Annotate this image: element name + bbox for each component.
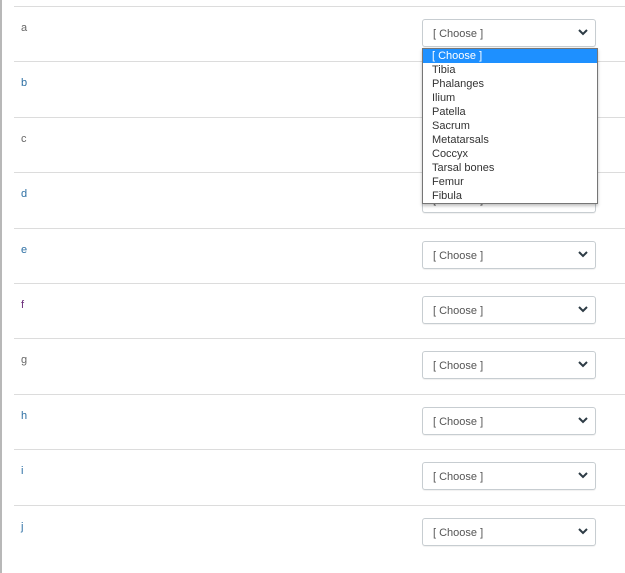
answer-select[interactable]: [ Choose ] bbox=[422, 518, 596, 546]
answer-select[interactable]: [ Choose ] bbox=[422, 351, 596, 379]
select-value: [ Choose ] bbox=[433, 28, 484, 40]
chevron-down-icon bbox=[578, 417, 588, 424]
row-label: d bbox=[21, 188, 28, 200]
dropdown-option[interactable]: Fibula bbox=[423, 189, 597, 203]
row-label: c bbox=[21, 133, 27, 145]
row-label: j bbox=[21, 521, 24, 533]
answer-select[interactable]: [ Choose ] bbox=[422, 462, 596, 490]
row-label: g bbox=[21, 354, 28, 366]
left-border bbox=[0, 0, 2, 573]
dropdown-option[interactable]: Metatarsals bbox=[423, 133, 597, 147]
row-label: i bbox=[21, 465, 24, 477]
dropdown-option[interactable]: Sacrum bbox=[423, 119, 597, 133]
question-row: f [ Choose ] bbox=[14, 283, 625, 339]
select-value: [ Choose ] bbox=[433, 527, 484, 539]
select-value: [ Choose ] bbox=[433, 360, 484, 372]
dropdown-option[interactable]: Tarsal bones bbox=[423, 161, 597, 175]
select-value: [ Choose ] bbox=[433, 416, 484, 428]
question-row: j [ Choose ] bbox=[14, 505, 625, 561]
dropdown-option[interactable]: Coccyx bbox=[423, 147, 597, 161]
dropdown-option[interactable]: Tibia bbox=[423, 63, 597, 77]
dropdown-option[interactable]: Phalanges bbox=[423, 77, 597, 91]
question-row: e [ Choose ] bbox=[14, 228, 625, 284]
answer-select[interactable]: [ Choose ] bbox=[422, 241, 596, 269]
dropdown-option[interactable]: Femur bbox=[423, 175, 597, 189]
answer-select[interactable]: [ Choose ] bbox=[422, 296, 596, 324]
dropdown-option[interactable]: Patella bbox=[423, 105, 597, 119]
dropdown-option[interactable]: [ Choose ] bbox=[423, 49, 597, 63]
select-value: [ Choose ] bbox=[433, 305, 484, 317]
question-row: h [ Choose ] bbox=[14, 394, 625, 450]
select-value: [ Choose ] bbox=[433, 250, 484, 262]
chevron-down-icon bbox=[578, 306, 588, 313]
chevron-down-icon bbox=[578, 528, 588, 535]
answer-select[interactable]: [ Choose ] bbox=[422, 407, 596, 435]
select-value: [ Choose ] bbox=[433, 471, 484, 483]
dropdown-option[interactable]: Ilium bbox=[423, 91, 597, 105]
chevron-down-icon bbox=[578, 472, 588, 479]
question-row: i [ Choose ] bbox=[14, 449, 625, 505]
row-label: e bbox=[21, 244, 28, 256]
dropdown-list[interactable]: [ Choose ] Tibia Phalanges Ilium Patella Sacr… bbox=[422, 48, 598, 204]
chevron-down-icon bbox=[578, 29, 588, 36]
row-label: f bbox=[21, 299, 25, 311]
row-label: h bbox=[21, 410, 28, 422]
row-label: a bbox=[21, 22, 28, 34]
answer-select[interactable]: [ Choose ] bbox=[422, 19, 596, 47]
row-label: b bbox=[21, 77, 28, 89]
chevron-down-icon bbox=[578, 361, 588, 368]
question-row: g [ Choose ] bbox=[14, 338, 625, 394]
chevron-down-icon bbox=[578, 251, 588, 258]
